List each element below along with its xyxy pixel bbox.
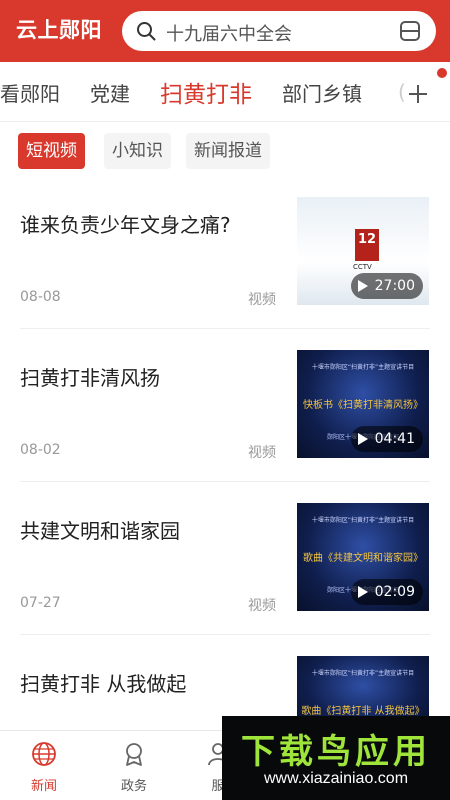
video-thumbnail[interactable]: 12 CCTV 27:00 [297,197,429,305]
news-type: 视频 [248,598,276,614]
thumb-line-1: 十堰市郧阳区“扫黄打非”主题宣讲节目 [311,364,415,371]
divider [20,634,430,635]
thumb-line-2: 快板书《扫黄打非清风扬》 [303,400,423,411]
video-thumbnail[interactable]: 十堰市郧阳区“扫黄打非”主题宣讲节目 快板书《扫黄打非清风扬》 郧阳区十堰市郧阳… [297,350,429,458]
tab-dangjian[interactable]: 党建 [90,78,130,107]
watermark-url: www.xiazainiao.com [263,770,409,787]
play-icon [357,433,368,445]
nav-label: 新闻 [30,779,57,794]
news-title[interactable]: 扫黄打非 从我做起 [20,668,186,697]
tab-kan-yunyang[interactable]: 看郧阳 [0,78,60,107]
divider [20,481,430,482]
channel-tabs: 看郧阳 党建 扫黄打非 部门乡镇 ( [0,62,450,122]
nav-government[interactable]: 政务 [104,741,164,794]
play-icon [357,280,368,292]
duration-badge: 04:41 [350,426,423,452]
news-date: 08-02 [20,442,61,458]
news-title[interactable]: 谁来负责少年文身之痛? [20,209,231,238]
watermark-title: 下载鸟应用 [241,732,431,772]
search-placeholder[interactable]: 十九届六中全会 [166,20,292,46]
video-thumbnail[interactable]: 十堰市郧阳区“扫黄打非”主题宣讲节目 歌曲《共建文明和谐家园》 郧阳区十堰市郧阳… [297,503,429,611]
play-icon [357,586,368,598]
badge-icon [126,743,142,766]
watermark: 下载鸟应用 www.xiazainiao.com [222,716,450,800]
thumb-line-2: 歌曲《共建文明和谐家园》 [303,553,423,564]
tab-saohuang-dafei[interactable]: 扫黄打非 [160,75,252,109]
news-date: 08-08 [20,289,61,305]
search-bar[interactable]: 十九届六中全会 [122,11,436,51]
plus-icon[interactable] [400,76,436,112]
news-type: 视频 [248,445,276,461]
cctv-logo: 12 [355,229,379,261]
subtab-knowledge[interactable]: 小知识 [104,133,171,169]
thumb-line-2: 歌曲《扫黄打非 从我做起》 [301,706,425,717]
subtab-news-report[interactable]: 新闻报道 [186,133,270,169]
globe-icon [32,742,56,766]
news-date: 07-27 [20,595,61,611]
search-icon [137,22,156,41]
tab-bumen-xiangzhen[interactable]: 部门乡镇 [282,78,362,107]
list-item[interactable]: 谁来负责少年文身之痛? 08-08 视频 12 CCTV 27:00 [0,197,450,349]
news-title[interactable]: 共建文明和谐家园 [20,515,180,544]
app-brand: 云上郧阳 [16,18,102,42]
scan-icon[interactable] [398,19,422,43]
subtab-short-video[interactable]: 短视频 [18,133,85,169]
thumb-line-1: 十堰市郧阳区“扫黄打非”主题宣讲节目 [311,670,415,677]
nav-label: 政务 [120,779,147,794]
duration-badge: 02:09 [350,579,423,605]
duration-badge: 27:00 [350,273,423,299]
nav-news[interactable]: 新闻 [14,741,74,794]
list-item[interactable]: 共建文明和谐家园 07-27 视频 十堰市郧阳区“扫黄打非”主题宣讲节目 歌曲《… [0,503,450,655]
news-type: 视频 [248,292,276,308]
news-title[interactable]: 扫黄打非清风扬 [20,362,160,391]
thumb-line-1: 十堰市郧阳区“扫黄打非”主题宣讲节目 [311,517,415,524]
list-item[interactable]: 扫黄打非清风扬 08-02 视频 十堰市郧阳区“扫黄打非”主题宣讲节目 快板书《… [0,350,450,502]
thumb-caption: CCTV [353,263,372,271]
app-header: 云上郧阳 十九届六中全会 [0,0,450,62]
notification-dot [437,68,447,78]
divider [20,328,430,329]
